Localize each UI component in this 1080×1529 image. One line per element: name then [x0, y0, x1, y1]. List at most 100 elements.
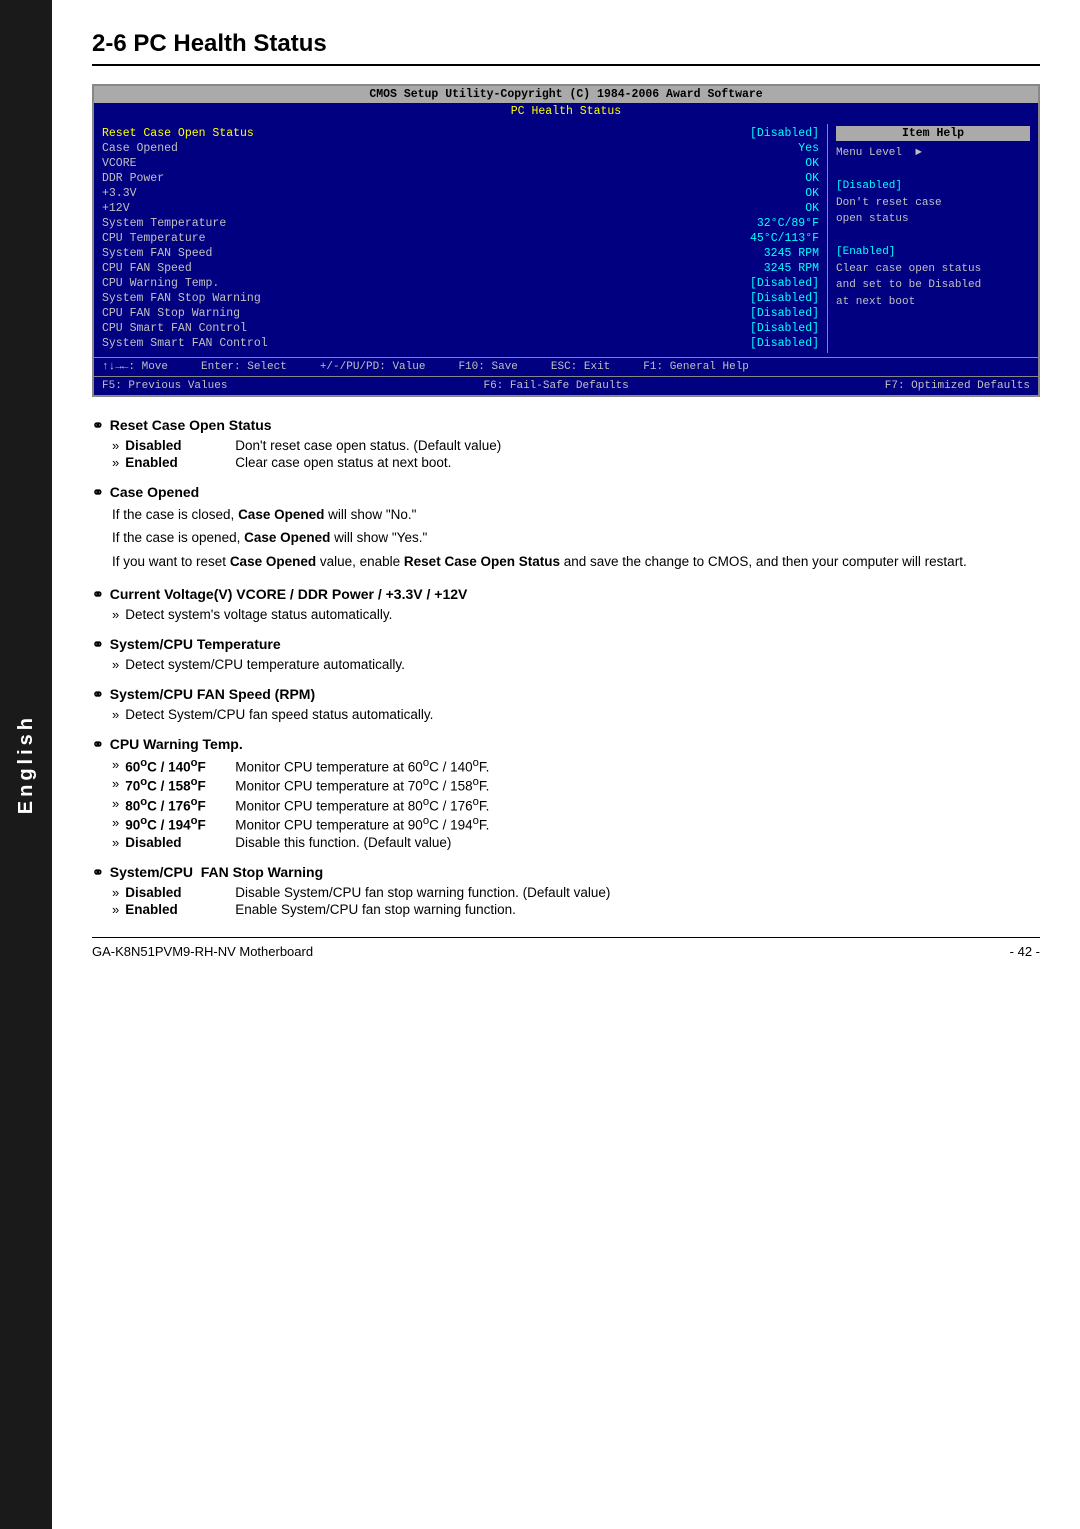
list-item: » Disabled Disable System/CPU fan stop w…: [112, 885, 1040, 900]
bullet-icon: »: [112, 885, 119, 900]
bios-row: DDR Power OK: [102, 171, 819, 186]
list-item: » Detect system's voltage status automat…: [112, 607, 1040, 622]
bios-footer-left1: ↑↓→←: Move Enter: Select +/-/PU/PD: Valu…: [102, 361, 749, 373]
section-voltage-body: » Detect system's voltage status automat…: [112, 607, 1040, 622]
list-item: » Disabled Don't reset case open status.…: [112, 438, 1040, 453]
bios-row-value: OK: [805, 202, 819, 215]
bios-row: +3.3VOK: [102, 186, 819, 201]
bios-footer: ↑↓→←: Move Enter: Select +/-/PU/PD: Valu…: [94, 357, 1038, 376]
section-cpu-warning-temp-header: ⚭ CPU Warning Temp.: [92, 736, 1040, 753]
section-system-cpu-temp-body: » Detect system/CPU temperature automati…: [112, 657, 1040, 672]
section-arrow-icon: ⚭: [92, 864, 104, 881]
section-reset-case-header: ⚭ Reset Case Open Status: [92, 417, 1040, 434]
item-label: Disabled: [125, 438, 235, 453]
bullet-icon: »: [112, 707, 119, 722]
bios-row-label: System FAN Speed: [102, 247, 212, 260]
page-title: 2-6 PC Health Status: [92, 30, 1040, 66]
item-label: 70oC / 158oF: [125, 776, 235, 794]
bios-row: System FAN Speed 3245 RPM: [102, 246, 819, 261]
bios-row: Case Opened Yes: [102, 141, 819, 156]
bios-row-label: +3.3V: [102, 187, 137, 200]
bios-row-value: Yes: [798, 142, 819, 155]
bios-row: VCOREOK: [102, 156, 819, 171]
bios-row-label: CPU FAN Speed: [102, 262, 192, 275]
bios-row-label: CPU FAN Stop Warning: [102, 307, 240, 320]
bios-row-label: DDR Power: [102, 172, 164, 185]
footer-right: - 42 -: [1010, 944, 1040, 959]
list-item: » 60oC / 140oF Monitor CPU temperature a…: [112, 757, 1040, 775]
bios-row-label: Reset Case Open Status: [102, 127, 254, 140]
bios-row-value: [Disabled]: [750, 322, 819, 335]
bios-row-label: Case Opened: [102, 142, 178, 155]
list-item: » Detect system/CPU temperature automati…: [112, 657, 1040, 672]
item-label: Disabled: [125, 885, 235, 900]
section-fan-speed-title: System/CPU FAN Speed (RPM): [110, 686, 315, 702]
bios-row: System Temperature32°C/89°F: [102, 216, 819, 231]
item-desc: Monitor CPU temperature at 60oC / 140oF.: [235, 757, 1040, 775]
bios-item-help-title: Item Help: [836, 126, 1030, 141]
list-item: » 80oC / 176oF Monitor CPU temperature a…: [112, 796, 1040, 814]
section-case-opened-body: If the case is closed, Case Opened will …: [112, 505, 1040, 572]
bios-row-value: [Disabled]: [750, 277, 819, 290]
list-item: » 70oC / 158oF Monitor CPU temperature a…: [112, 776, 1040, 794]
bios-footer-f6: F6: Fail-Safe Defaults: [483, 380, 628, 392]
paragraph: If the case is opened, Case Opened will …: [112, 528, 1040, 548]
bios-footer-f7: F7: Optimized Defaults: [885, 380, 1030, 392]
section-fan-speed: ⚭ System/CPU FAN Speed (RPM) » Detect Sy…: [92, 686, 1040, 722]
bios-row: +12VOK: [102, 201, 819, 216]
section-reset-case: ⚭ Reset Case Open Status » Disabled Don'…: [92, 417, 1040, 470]
sidebar-label: English: [15, 714, 38, 814]
section-fan-stop-warning-title: System/CPU FAN Stop Warning: [110, 864, 323, 880]
bios-row-value: OK: [805, 172, 819, 185]
bullet-icon: »: [112, 607, 119, 622]
section-reset-case-body: » Disabled Don't reset case open status.…: [112, 438, 1040, 470]
bios-footer-f5: F5: Previous Values: [102, 380, 227, 392]
section-reset-case-title: Reset Case Open Status: [110, 417, 272, 433]
section-system-cpu-temp: ⚭ System/CPU Temperature » Detect system…: [92, 636, 1040, 672]
bios-row: CPU FAN Stop Warning [Disabled]: [102, 306, 819, 321]
item-desc: Clear case open status at next boot.: [235, 455, 1040, 470]
list-item: » Detect System/CPU fan speed status aut…: [112, 707, 1040, 722]
bios-row-value: 3245 RPM: [764, 247, 819, 260]
bios-subtitle-bar: PC Health Status: [94, 103, 1038, 120]
item-label: Enabled: [125, 455, 235, 470]
bullet-icon: »: [112, 815, 119, 833]
bios-row-value: OK: [805, 157, 819, 170]
section-arrow-icon: ⚭: [92, 417, 104, 434]
section-arrow-icon: ⚭: [92, 636, 104, 653]
bios-left-panel: Reset Case Open Status[Disabled]Case Ope…: [94, 124, 828, 353]
section-cpu-warning-temp-body: » 60oC / 140oF Monitor CPU temperature a…: [112, 757, 1040, 850]
bullet-icon: »: [112, 835, 119, 850]
bios-row-value: [Disabled]: [750, 292, 819, 305]
item-label: Enabled: [125, 902, 235, 917]
item-label: 60oC / 140oF: [125, 757, 235, 775]
list-item: » 90oC / 194oF Monitor CPU temperature a…: [112, 815, 1040, 833]
bios-row-value: [Disabled]: [750, 127, 819, 140]
bios-right-panel: Item Help Menu Level ► [Disabled] Don't …: [828, 124, 1038, 353]
bios-row: CPU FAN Speed 3245 RPM: [102, 261, 819, 276]
bios-row-value: 3245 RPM: [764, 262, 819, 275]
bullet-icon: »: [112, 902, 119, 917]
bios-row: System FAN Stop Warning[Disabled]: [102, 291, 819, 306]
item-desc: Don't reset case open status. (Default v…: [235, 438, 1040, 453]
item-desc: Detect system's voltage status automatic…: [125, 607, 1040, 622]
item-desc: Monitor CPU temperature at 70oC / 158oF.: [235, 776, 1040, 794]
section-system-cpu-temp-title: System/CPU Temperature: [110, 636, 281, 652]
list-item: » Disabled Disable this function. (Defau…: [112, 835, 1040, 850]
item-desc: Disable this function. (Default value): [235, 835, 1040, 850]
section-voltage-header: ⚭ Current Voltage(V) VCORE / DDR Power /…: [92, 586, 1040, 603]
bios-screen: CMOS Setup Utility-Copyright (C) 1984-20…: [92, 84, 1040, 397]
bios-row-label: CPU Smart FAN Control: [102, 322, 247, 335]
item-desc: Detect system/CPU temperature automatica…: [125, 657, 1040, 672]
bios-row: Reset Case Open Status [Disabled]: [102, 126, 819, 141]
bios-row-value: [Disabled]: [750, 307, 819, 320]
section-fan-speed-body: » Detect System/CPU fan speed status aut…: [112, 707, 1040, 722]
section-case-opened-title: Case Opened: [110, 484, 199, 500]
section-fan-speed-header: ⚭ System/CPU FAN Speed (RPM): [92, 686, 1040, 703]
section-arrow-icon: ⚭: [92, 484, 104, 501]
section-case-opened: ⚭ Case Opened If the case is closed, Cas…: [92, 484, 1040, 572]
bios-row-label: System Smart FAN Control: [102, 337, 268, 350]
item-label: Disabled: [125, 835, 235, 850]
section-arrow-icon: ⚭: [92, 686, 104, 703]
bios-footer-row2: F5: Previous Values F6: Fail-Safe Defaul…: [94, 376, 1038, 395]
